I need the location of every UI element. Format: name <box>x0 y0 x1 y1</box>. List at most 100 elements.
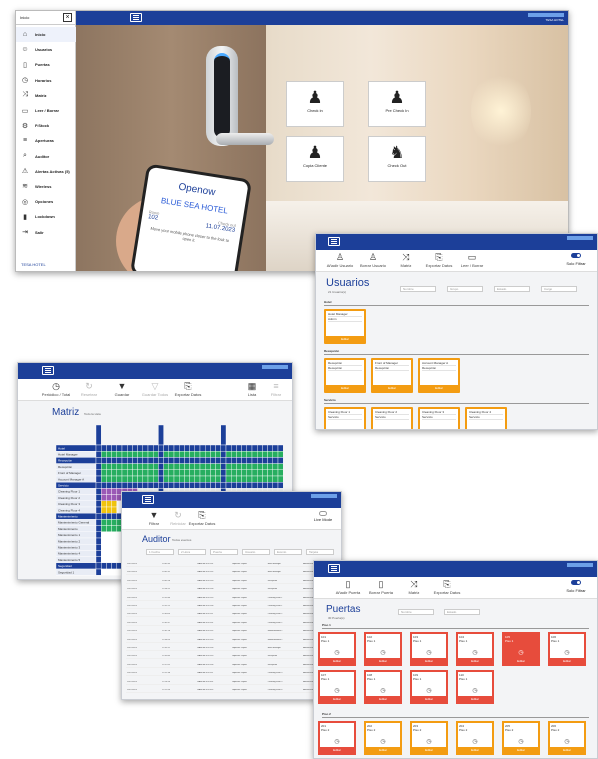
matrix-cell[interactable] <box>95 488 102 495</box>
matrix-cell[interactable] <box>132 451 138 458</box>
matrix-cell[interactable] <box>173 469 180 477</box>
matrix-cell[interactable] <box>220 451 227 458</box>
matrix-cell[interactable] <box>116 451 123 458</box>
edit-door-button[interactable]: Editar <box>320 696 354 702</box>
edit-user-button[interactable]: Editar <box>326 385 364 391</box>
matrix-cell[interactable] <box>241 457 248 464</box>
matrix-cell[interactable] <box>256 457 263 464</box>
matrix-cell[interactable] <box>194 444 201 452</box>
matrix-cell[interactable] <box>95 525 102 532</box>
matrix-cell[interactable] <box>178 475 185 483</box>
matrix-cell[interactable] <box>126 463 133 470</box>
matrix-cell[interactable] <box>111 525 117 532</box>
matrix-cell[interactable] <box>147 475 154 483</box>
matrix-cell[interactable] <box>173 444 180 452</box>
matrix-cell[interactable] <box>163 457 169 464</box>
matrix-group-column[interactable] <box>158 425 164 446</box>
matrix-cell[interactable] <box>230 482 237 489</box>
matrix-cell[interactable] <box>267 451 274 458</box>
filter-usuario-input[interactable]: Usuario <box>242 549 270 555</box>
matrix-cell[interactable] <box>158 457 164 464</box>
matrix-cell[interactable] <box>121 475 128 483</box>
matrix-cell[interactable] <box>277 457 284 464</box>
door-card[interactable]: 101 Piso 1 ◷ Editar <box>318 632 356 666</box>
matrix-cell[interactable] <box>178 444 185 452</box>
matrix-cell[interactable] <box>101 469 107 477</box>
tile-copy-guest[interactable]: ♟ Copia Cliente <box>286 136 344 182</box>
matrix-cell[interactable] <box>142 475 149 483</box>
filter-2-hora-input[interactable]: 2 Hora <box>178 549 206 555</box>
matrix-cell[interactable] <box>152 463 159 470</box>
matrix-cell[interactable] <box>204 444 211 452</box>
matrix-cell[interactable] <box>178 457 185 464</box>
matrix-cell[interactable] <box>246 463 253 470</box>
table-row[interactable]: 11/07/2023 12:51:22 HABITACIÓN 106 Apertura… <box>126 604 337 609</box>
matrix-cell[interactable] <box>158 451 164 458</box>
matrix-cell[interactable] <box>106 537 112 545</box>
filter-puerta-input[interactable]: Puerta <box>210 549 238 555</box>
matrix-cell[interactable] <box>106 500 112 508</box>
matrix-cell[interactable] <box>199 457 206 464</box>
matrix-cell[interactable] <box>95 537 102 545</box>
tile-check-out[interactable]: ♞ Check Out <box>368 136 426 182</box>
menu-item-wireless[interactable]: ≋ Wireless <box>16 179 76 194</box>
filter-tarjeta-input[interactable]: Tarjeta <box>306 549 334 555</box>
edit-door-button[interactable]: Editar <box>412 658 446 664</box>
matrix-cell[interactable] <box>101 488 107 495</box>
door-card[interactable]: 201 Piso 2 ◷ Editar <box>318 721 356 755</box>
matrix-cell[interactable] <box>194 469 201 477</box>
door-card[interactable]: 102 Piso 1 ◷ Editar <box>364 632 402 666</box>
matrix-cell[interactable] <box>101 457 107 464</box>
matrix-cell[interactable] <box>246 475 253 483</box>
matrix-cell[interactable] <box>215 475 222 483</box>
matrix-cell[interactable] <box>184 475 190 483</box>
matrix-cell[interactable] <box>220 475 227 483</box>
matrix-group-column[interactable] <box>95 425 102 446</box>
matrix-cell[interactable] <box>236 469 242 477</box>
matrix-cell[interactable] <box>215 457 222 464</box>
matrix-cell[interactable] <box>178 482 185 489</box>
matrix-cell[interactable] <box>147 469 154 477</box>
filter-estado-input[interactable]: Estado <box>444 609 480 615</box>
toolbar-table-button[interactable]: ▦ Lista <box>240 381 264 397</box>
matrix-cell[interactable] <box>272 475 279 483</box>
matrix-cell[interactable] <box>101 512 107 520</box>
matrix-cell[interactable] <box>256 451 263 458</box>
table-row[interactable]: 11/07/2023 12:41:18 HABITACIÓN 202 Apertura… <box>126 629 337 635</box>
matrix-cell[interactable] <box>106 543 112 551</box>
matrix-cell[interactable] <box>194 482 201 489</box>
door-card[interactable]: 106 Piso 1 ◷ Editar <box>548 632 586 666</box>
matrix-cell[interactable] <box>210 463 216 470</box>
matrix-cell[interactable] <box>173 451 180 458</box>
door-card[interactable]: 108 Piso 1 ◷ Editar <box>364 670 402 704</box>
matrix-cell[interactable] <box>95 463 102 470</box>
edit-door-button[interactable]: Editar <box>504 747 538 753</box>
matrix-cell[interactable] <box>230 444 237 452</box>
matrix-cell[interactable] <box>152 457 159 464</box>
matrix-cell[interactable] <box>95 451 102 458</box>
matrix-cell[interactable] <box>111 451 117 458</box>
matrix-cell[interactable] <box>163 444 169 452</box>
matrix-cell[interactable] <box>262 451 268 458</box>
table-row[interactable]: 11/07/2023 12:21:36 HABITACIÓN 207 Apertura… <box>126 671 337 677</box>
matrix-cell[interactable] <box>142 457 149 464</box>
matrix-cell[interactable] <box>168 457 175 464</box>
matrix-cell[interactable] <box>210 444 216 452</box>
table-row[interactable]: 11/07/2023 13:01:56 HABITACIÓN 103 Apertura… <box>126 579 337 584</box>
matrix-cell[interactable] <box>111 463 117 470</box>
door-card[interactable]: 206 Piso 2 ◷ Editar <box>548 721 586 755</box>
matrix-cell[interactable] <box>137 444 143 452</box>
matrix-cell[interactable] <box>126 469 133 477</box>
matrix-cell[interactable] <box>220 444 227 452</box>
matrix-cell[interactable] <box>215 469 222 477</box>
matrix-cell[interactable] <box>106 463 112 470</box>
matrix-cell[interactable] <box>116 463 123 470</box>
matrix-cell[interactable] <box>225 444 232 452</box>
matrix-cell[interactable] <box>106 512 112 520</box>
matrix-cell[interactable] <box>220 463 227 470</box>
matrix-cell[interactable] <box>184 451 190 458</box>
matrix-cell[interactable] <box>106 469 112 477</box>
matrix-cell[interactable] <box>256 469 263 477</box>
edit-user-button[interactable]: Editar <box>373 385 411 391</box>
matrix-cell[interactable] <box>111 494 117 501</box>
